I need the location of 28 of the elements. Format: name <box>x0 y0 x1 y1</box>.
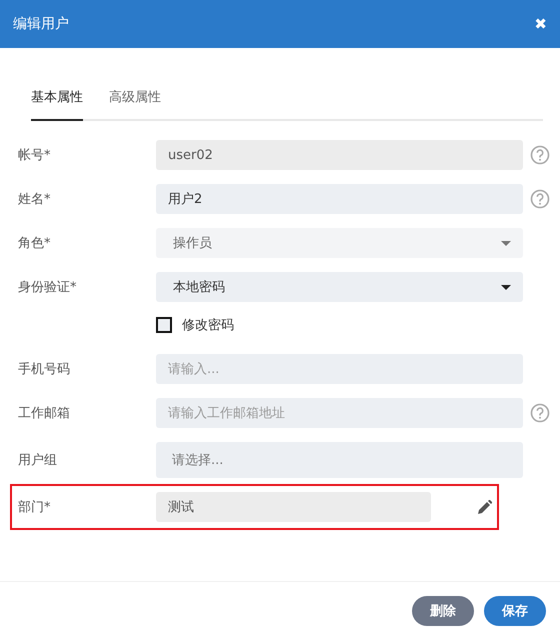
input-field[interactable]: 请输入工作邮箱地址 <box>156 398 523 428</box>
select-field[interactable]: 请选择... <box>156 442 523 478</box>
checkbox[interactable]: 修改密码 <box>156 316 234 334</box>
field-label: 角色* <box>18 235 52 252</box>
close-button[interactable]: ✖ <box>534 15 547 33</box>
caret-icon <box>501 240 511 246</box>
field-label: 部门* <box>18 499 52 516</box>
delete-button[interactable]: 删除 <box>412 596 474 626</box>
help-icon[interactable] <box>530 189 550 209</box>
tab[interactable]: 基本属性 <box>31 84 83 121</box>
input-field[interactable]: 请输入... <box>156 354 523 384</box>
help-icon[interactable] <box>530 403 550 423</box>
field-label: 帐号* <box>18 147 52 164</box>
checkbox-label: 修改密码 <box>182 317 234 334</box>
field-label: 用户组 <box>18 452 58 469</box>
pencil-icon[interactable] <box>478 500 492 514</box>
field-label: 手机号码 <box>18 361 71 378</box>
dialog-title: 编辑用户 <box>13 15 69 33</box>
checkbox-box[interactable] <box>156 317 172 333</box>
input-field: 测试 <box>156 492 431 522</box>
field-label: 工作邮箱 <box>18 405 71 422</box>
field-label: 身份验证* <box>18 279 78 296</box>
save-button[interactable]: 保存 <box>484 596 546 626</box>
caret-icon <box>501 284 511 290</box>
field-label: 姓名* <box>18 191 52 208</box>
select-field[interactable]: 本地密码 <box>156 272 523 302</box>
input-field[interactable]: 用户2 <box>156 184 523 214</box>
tab[interactable]: 高级属性 <box>109 84 161 121</box>
